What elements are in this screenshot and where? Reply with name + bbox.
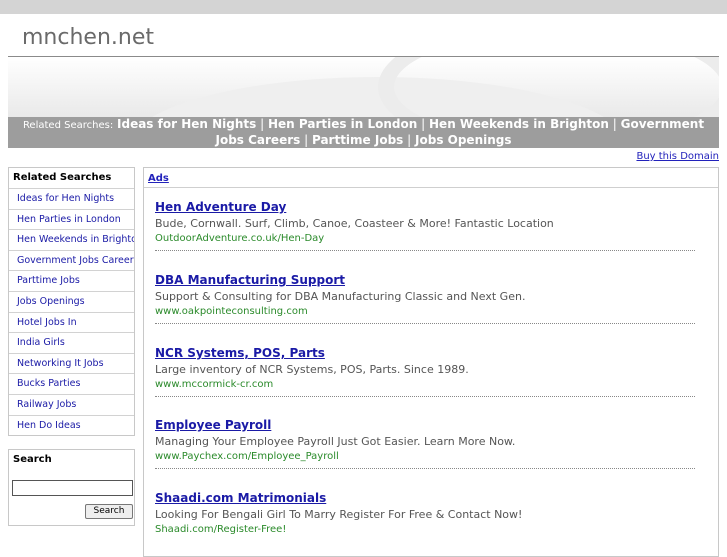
search-button[interactable]: Search [85,504,133,519]
related-bar-separator: | [407,133,412,147]
sidebar-item-bucks-parties[interactable]: Bucks Parties [9,373,134,394]
sidebar-item-hen-do-ideas[interactable]: Hen Do Ideas [9,414,134,436]
sidebar-item-networking-it-jobs[interactable]: Networking It Jobs [9,352,134,374]
ad-url-link[interactable]: www.mccormick-cr.com [155,377,695,392]
buy-domain-link[interactable]: Buy this Domain [636,151,719,162]
top-bar [0,0,727,14]
ads-header-divider [144,187,718,188]
ad-item: NCR Systems, POS, Parts Large inventory … [155,345,695,397]
sidebar-item-india-girls[interactable]: India Girls [9,332,134,353]
sidebar-related-searches: Related Searches Ideas for Hen Nights He… [8,167,135,437]
ad-description: Looking For Bengali Girl To Marry Regist… [155,508,523,521]
related-bar-separator: | [304,133,309,147]
sidebar-item-government-jobs-careers[interactable]: Government Jobs Careers [9,249,134,271]
sidebar-item-railway-jobs[interactable]: Railway Jobs [9,393,134,415]
ad-url-link[interactable]: www.oakpointeconsulting.com [155,304,695,319]
ad-divider [155,468,695,469]
related-bar-link-hen-nights[interactable]: Ideas for Hen Nights [117,117,256,131]
ad-url-link[interactable]: Shaadi.com/Register-Free! [155,522,695,537]
related-searches-bar: Related Searches: Ideas for Hen Nights |… [8,117,719,148]
ad-title-link[interactable]: DBA Manufacturing Support [155,272,695,288]
ad-item: Shaadi.com Matrimonials Looking For Beng… [155,490,695,537]
sidebar-item-hen-parties-in-london[interactable]: Hen Parties in London [9,208,134,230]
ad-divider [155,323,695,324]
ad-description: Large inventory of NCR Systems, POS, Par… [155,363,469,376]
ad-item: Hen Adventure Day Bude, Cornwall. Surf, … [155,199,695,251]
sidebar-item-hotel-jobs-in[interactable]: Hotel Jobs In [9,311,134,333]
sidebar-item-parttime-jobs[interactable]: Parttime Jobs [9,270,134,291]
ad-description: Support & Consulting for DBA Manufacturi… [155,290,526,303]
ad-url-link[interactable]: OutdoorAdventure.co.uk/Hen-Day [155,231,695,246]
related-bar-link-hen-weekends[interactable]: Hen Weekends in Brighton [429,117,609,131]
ad-description: Bude, Cornwall. Surf, Climb, Canoe, Coas… [155,217,554,230]
related-bar-separator: | [612,117,617,131]
ad-item: Employee Payroll Managing Your Employee … [155,417,695,469]
related-bar-label: Related Searches: [22,120,114,131]
ad-url-link[interactable]: www.Paychex.com/Employee_Payroll [155,449,695,464]
ad-title-link[interactable]: Hen Adventure Day [155,199,695,215]
header-banner [8,57,719,117]
ads-panel: Ads Hen Adventure Day Bude, Cornwall. Su… [143,167,719,557]
ad-title-link[interactable]: Employee Payroll [155,417,695,433]
related-bar-link-parttime-jobs[interactable]: Parttime Jobs [312,133,403,147]
ad-description: Managing Your Employee Payroll Just Got … [155,435,516,448]
ads-label-link[interactable]: Ads [148,173,169,184]
ad-title-link[interactable]: NCR Systems, POS, Parts [155,345,695,361]
ad-item: DBA Manufacturing Support Support & Cons… [155,272,695,324]
sidebar-item-ideas-for-hen-nights[interactable]: Ideas for Hen Nights [9,188,134,209]
related-bar-link-jobs-openings[interactable]: Jobs Openings [415,133,511,147]
site-title: mnchen.net [22,25,154,50]
search-input[interactable] [12,480,133,496]
sidebar-title: Related Searches [13,172,112,183]
related-bar-link-hen-parties[interactable]: Hen Parties in London [268,117,417,131]
search-title: Search [13,454,52,465]
related-bar-separator: | [260,117,265,131]
related-bar-separator: | [421,117,426,131]
ad-divider [155,250,695,251]
banner-arc-shape [378,57,719,117]
ad-divider [155,396,695,397]
sidebar-item-hen-weekends-in-brighton[interactable]: Hen Weekends in Brighton [9,229,134,250]
search-box: Search Search [8,449,135,526]
sidebar-item-jobs-openings[interactable]: Jobs Openings [9,290,134,312]
ad-title-link[interactable]: Shaadi.com Matrimonials [155,490,695,506]
